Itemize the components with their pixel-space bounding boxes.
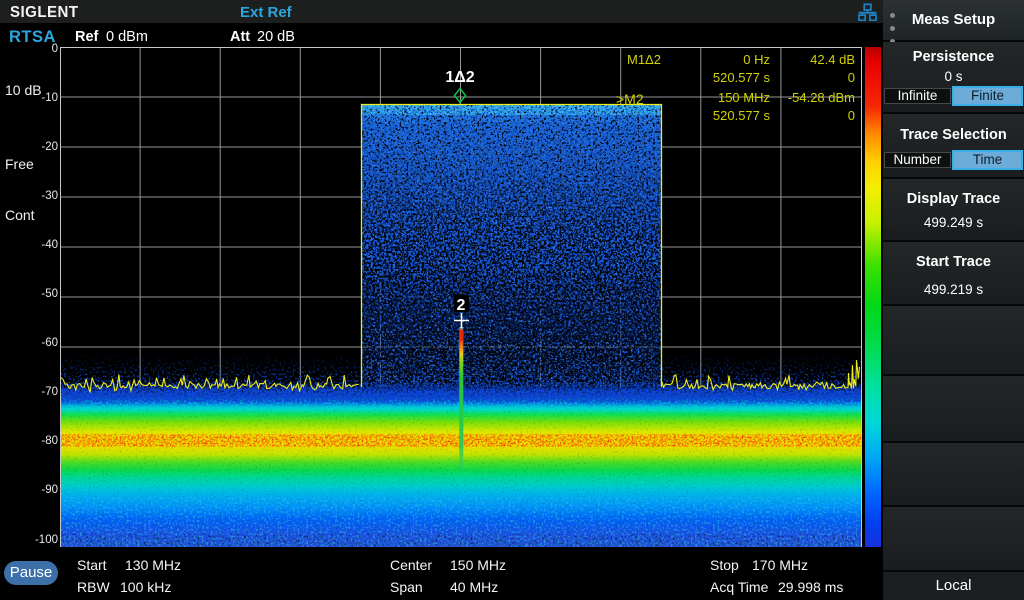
- svg-text:1Δ2: 1Δ2: [445, 69, 474, 86]
- svg-text:>M2: >M2: [616, 91, 644, 107]
- svg-text:2: 2: [457, 297, 466, 314]
